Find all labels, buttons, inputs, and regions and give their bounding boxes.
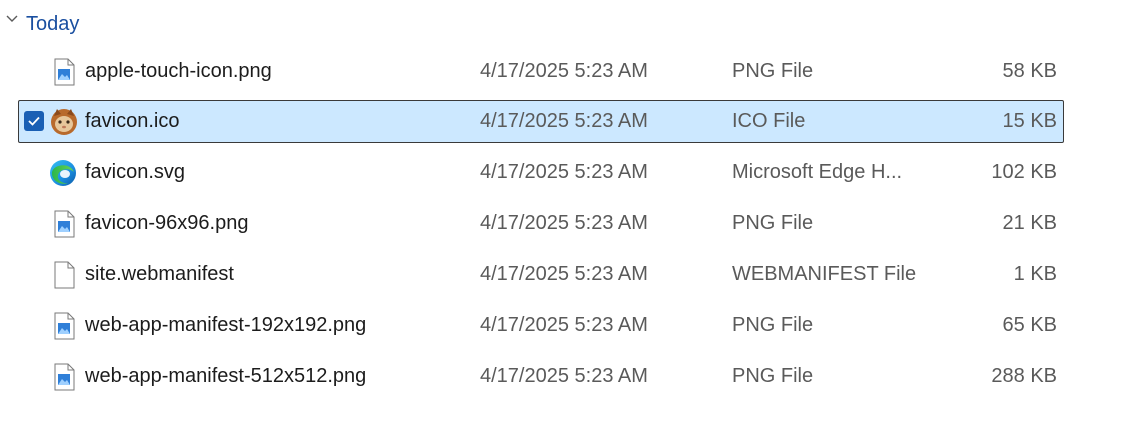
file-size: 58 KB — [1002, 60, 1057, 82]
cat-thumbnail-icon — [51, 109, 77, 135]
file-date: 4/17/2025 5:23 AM — [480, 161, 648, 183]
file-date: 4/17/2025 5:23 AM — [480, 212, 648, 234]
png-image-icon — [54, 58, 75, 86]
file-name[interactable]: site.webmanifest — [85, 254, 234, 295]
file-type: PNG File — [732, 314, 814, 336]
file-row[interactable]: favicon.svg 4/17/2025 5:23 AM Microsoft … — [18, 151, 1064, 194]
file-type: PNG File — [732, 365, 814, 387]
file-size: 15 KB — [1002, 110, 1057, 132]
group-title: Today — [26, 13, 80, 35]
file-row[interactable]: favicon-96x96.png 4/17/2025 5:23 AM PNG … — [18, 202, 1064, 245]
file-row[interactable]: apple-touch-icon.png 4/17/2025 5:23 AM P… — [18, 50, 1064, 93]
file-date: 4/17/2025 5:23 AM — [480, 60, 648, 82]
file-row[interactable]: web-app-manifest-192x192.png 4/17/2025 5… — [18, 304, 1064, 347]
checkmark-icon — [28, 116, 40, 126]
file-type: PNG File — [732, 212, 814, 234]
file-date: 4/17/2025 5:23 AM — [480, 314, 648, 336]
png-image-icon — [54, 363, 75, 391]
file-name[interactable]: favicon.ico — [85, 101, 180, 142]
png-image-icon — [54, 312, 75, 340]
file-name[interactable]: apple-touch-icon.png — [85, 51, 272, 92]
file-row[interactable]: site.webmanifest 4/17/2025 5:23 AM WEBMA… — [18, 253, 1064, 296]
file-name[interactable]: web-app-manifest-192x192.png — [85, 305, 366, 346]
file-size: 65 KB — [1002, 314, 1057, 336]
chevron-down-icon[interactable] — [5, 12, 19, 26]
file-size: 21 KB — [1002, 212, 1057, 234]
file-name[interactable]: web-app-manifest-512x512.png — [85, 356, 366, 397]
blank-file-icon — [54, 261, 75, 289]
file-type: PNG File — [732, 60, 814, 82]
file-type: WEBMANIFEST File — [732, 263, 917, 285]
file-type: ICO File — [732, 110, 806, 132]
file-row[interactable]: web-app-manifest-512x512.png 4/17/2025 5… — [18, 355, 1064, 398]
file-date: 4/17/2025 5:23 AM — [480, 365, 648, 387]
file-size: 102 KB — [991, 161, 1057, 183]
file-date: 4/17/2025 5:23 AM — [480, 263, 648, 285]
edge-browser-icon — [50, 160, 76, 186]
png-image-icon — [54, 210, 75, 238]
file-name[interactable]: favicon.svg — [85, 152, 185, 193]
file-date: 4/17/2025 5:23 AM — [480, 110, 648, 132]
file-size: 1 KB — [1013, 263, 1057, 285]
select-checkbox[interactable] — [24, 111, 44, 131]
file-name[interactable]: favicon-96x96.png — [85, 203, 248, 244]
file-size: 288 KB — [991, 365, 1057, 387]
file-row-selected[interactable]: favicon.ico 4/17/2025 5:23 AM ICO File 1… — [18, 100, 1064, 143]
file-type: Microsoft Edge H... — [732, 161, 903, 183]
